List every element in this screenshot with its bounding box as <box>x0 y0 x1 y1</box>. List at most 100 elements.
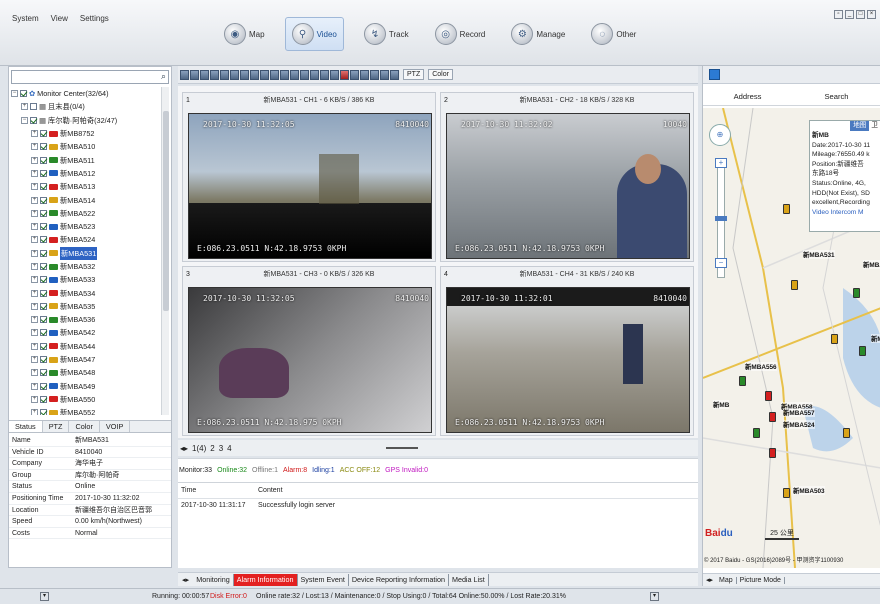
expand-icon[interactable]: + <box>21 103 28 111</box>
expand-icon[interactable]: + <box>31 196 38 204</box>
nav-map-button[interactable]: ◉ Map <box>218 17 271 51</box>
expand-icon[interactable]: + <box>31 369 38 377</box>
checkbox[interactable] <box>30 116 37 124</box>
vehicle-map-label[interactable]: 新MBA503 <box>793 486 825 495</box>
tree-scrollbar[interactable] <box>161 87 169 415</box>
dropdown-icon[interactable] <box>330 69 339 80</box>
close-icon[interactable]: × <box>867 10 876 19</box>
checkbox[interactable] <box>40 169 47 177</box>
checkbox[interactable] <box>40 409 47 415</box>
tab-device-reporting[interactable]: Device Reporting Information <box>349 573 449 586</box>
play-icon[interactable] <box>350 69 359 80</box>
map-tab-scroll-icon[interactable]: ◂▸ <box>703 576 716 584</box>
checkbox[interactable] <box>40 382 47 390</box>
zoom-in-icon[interactable] <box>250 69 259 80</box>
layout-4-icon[interactable] <box>190 69 199 80</box>
checkbox[interactable] <box>40 156 47 164</box>
layout-more-icon[interactable] <box>240 69 249 80</box>
checkbox[interactable] <box>40 356 47 364</box>
tree-vehicle-item[interactable]: + 新MBA512 <box>11 167 159 180</box>
expand-icon[interactable]: + <box>31 130 38 138</box>
vehicle-marker-icon[interactable] <box>765 391 772 401</box>
expand-icon[interactable]: + <box>31 329 38 337</box>
nav-manage-button[interactable]: ⚙ Manage <box>505 17 571 51</box>
menu-system[interactable]: System <box>12 14 39 23</box>
tree-group[interactable]: − ▦ 库尔勒·阿帕奇(32/47) <box>11 114 159 127</box>
video-panel-1[interactable]: 1 新MBA531 - CH1 - 6 KB/S / 386 KB 2017-10… <box>182 92 436 262</box>
checkbox[interactable] <box>40 183 47 191</box>
stop-icon[interactable] <box>370 69 379 80</box>
nav-video-button[interactable]: ⚲ Video <box>284 17 344 51</box>
checkbox[interactable] <box>40 395 47 403</box>
mute-icon[interactable] <box>340 69 349 80</box>
dropdown-icon[interactable] <box>360 69 369 80</box>
tree-vehicle-item[interactable]: + 新MBA523 <box>11 220 159 233</box>
page-tab-3[interactable]: 3 <box>219 444 223 453</box>
expand-icon[interactable]: + <box>31 302 38 310</box>
checkbox[interactable] <box>40 249 47 257</box>
expand-icon[interactable]: + <box>31 356 38 364</box>
tree-vehicle-item[interactable]: + 新MBA513 <box>11 180 159 193</box>
expand-icon[interactable]: + <box>31 236 38 244</box>
restore-icon[interactable]: ▫ <box>834 10 843 19</box>
vehicle-popup[interactable]: 地图 卫 新MB Date:2017-10-30 11 Mileage:7655… <box>809 120 880 232</box>
tree-vehicle-item[interactable]: + 新MBA544 <box>11 340 159 353</box>
tab-picture-mode[interactable]: Picture Mode <box>737 576 785 584</box>
vehicle-marker-icon[interactable] <box>769 412 776 422</box>
collapse-icon[interactable]: − <box>21 116 28 124</box>
vehicle-marker-icon[interactable] <box>769 448 776 458</box>
checkbox[interactable] <box>30 103 37 111</box>
tree-vehicle-item[interactable]: + 新MBA549 <box>11 380 159 393</box>
splitter-handle[interactable] <box>385 447 418 449</box>
vehicle-marker-icon[interactable] <box>831 334 838 344</box>
prev-icon[interactable]: ◂▸ <box>180 444 188 453</box>
zoom-out-button[interactable]: − <box>715 258 727 268</box>
vehicle-marker-icon[interactable] <box>791 280 798 290</box>
map-type-button[interactable]: 地图 <box>850 121 870 131</box>
expand-icon[interactable]: + <box>31 289 38 297</box>
vehicle-marker-icon[interactable] <box>739 376 746 386</box>
talk-icon[interactable] <box>320 69 329 80</box>
map-panel-icon[interactable] <box>709 69 720 80</box>
record-icon[interactable] <box>280 69 289 80</box>
vehicle-marker-icon[interactable] <box>783 488 790 498</box>
expand-icon[interactable]: + <box>31 209 38 217</box>
vehicle-map-label[interactable]: 新MBA556 <box>745 362 777 371</box>
tree-vehicle-item[interactable]: + 新MBA542 <box>11 326 159 339</box>
nav-record-button[interactable]: ◎ Record <box>429 17 492 51</box>
tree-vehicle-item[interactable]: + 新MBA550 <box>11 393 159 406</box>
vehicle-marker-icon[interactable] <box>843 428 850 438</box>
collapse-icon[interactable]: − <box>11 90 18 98</box>
zoom-thumb[interactable] <box>715 216 727 221</box>
pan-control-icon[interactable]: ⊕ <box>709 124 731 146</box>
tree-vehicle-item[interactable]: + 新MBA511 <box>11 153 159 166</box>
checkbox[interactable] <box>20 90 27 98</box>
expand-icon[interactable]: + <box>31 382 38 390</box>
vehicle-map-label[interactable]: 新MBA54 <box>871 334 880 343</box>
checkbox[interactable] <box>40 196 47 204</box>
satellite-type-button[interactable]: 卫 <box>869 121 880 131</box>
vehicle-map-label[interactable]: 新MBA55 <box>863 260 880 269</box>
vehicle-map-label[interactable]: 新MBA524 <box>783 420 815 429</box>
map-view[interactable]: ⊕ + − 地图 卫 新MB Date:2017-10-30 11 Mileag… <box>703 108 880 568</box>
capture-icon[interactable] <box>270 69 279 80</box>
tree-vehicle-item[interactable]: + 新MBA535 <box>11 300 159 313</box>
dropdown-icon[interactable] <box>310 69 319 80</box>
video-panel-3[interactable]: 3 新MBA531 - CH3 - 0 KB/S / 326 KB 2017-10… <box>182 266 436 436</box>
toggle-left-icon[interactable]: ▾ <box>40 592 49 601</box>
checkbox[interactable] <box>40 342 47 350</box>
tree-vehicle-item[interactable]: + 新MBA531 <box>11 246 159 260</box>
layout-6-icon[interactable] <box>200 69 209 80</box>
nav-other-button[interactable]: ◌ Other <box>585 17 642 51</box>
checkbox[interactable] <box>40 223 47 231</box>
expand-icon[interactable]: + <box>31 223 38 231</box>
checkbox[interactable] <box>40 369 47 377</box>
expand-icon[interactable]: + <box>31 316 38 324</box>
expand-icon[interactable]: + <box>31 276 38 284</box>
tree-vehicle-item[interactable]: + 新MBA547 <box>11 353 159 366</box>
checkbox[interactable] <box>40 236 47 244</box>
expand-icon[interactable]: + <box>31 263 38 270</box>
expand-icon[interactable]: + <box>31 249 38 257</box>
tab-alarm-information[interactable]: Alarm Information <box>233 573 298 586</box>
tree-vehicle-item[interactable]: + 新MBA522 <box>11 207 159 220</box>
